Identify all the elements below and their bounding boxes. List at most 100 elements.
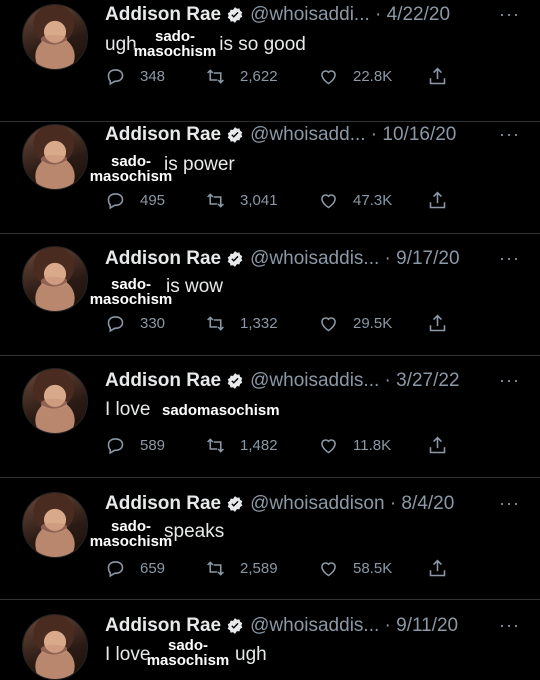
share-button[interactable] — [427, 435, 448, 461]
verified-badge-icon — [227, 373, 243, 389]
avatar[interactable] — [22, 4, 88, 70]
tweet-header: Addison Rae @whoisaddis... · 9/11/20 — [105, 613, 458, 639]
handle-and-date[interactable]: @whoisaddis... · 3/27/22 — [250, 370, 459, 392]
overlay-line: masochism — [89, 168, 173, 185]
share-icon — [429, 436, 446, 454]
reply-icon — [107, 193, 124, 210]
reply-icon — [107, 561, 124, 578]
verified-badge-icon — [227, 7, 243, 23]
overlay-line: sadomasochism — [162, 402, 280, 419]
tweet[interactable]: Addison Rae @whoisadd... · 10/16/20 ··· … — [0, 112, 540, 234]
more-options-icon[interactable]: ··· — [499, 493, 520, 514]
retweet-count: 3,041 — [240, 192, 278, 209]
reply-button[interactable]: 330 — [105, 313, 165, 334]
retweet-count: 2,622 — [240, 68, 278, 85]
like-count: 22.8K — [353, 68, 393, 85]
tweet[interactable]: Addison Rae @whoisaddis... · 3/27/22 ···… — [0, 356, 540, 478]
reply-count: 589 — [140, 437, 166, 454]
retweet-count: 1,332 — [240, 315, 278, 332]
like-count: 11.8K — [353, 437, 392, 454]
avatar[interactable] — [22, 368, 88, 434]
tweet[interactable]: Addison Rae @whoisaddi... · 4/22/20 ··· … — [0, 0, 540, 122]
heart-icon — [321, 439, 336, 454]
tweet-text: I love — [105, 399, 150, 421]
handle-and-date[interactable]: @whoisadd... · 10/16/20 — [250, 124, 456, 146]
overlay-line: masochism — [89, 533, 173, 550]
display-name[interactable]: Addison Rae — [105, 124, 221, 146]
reply-button[interactable]: 348 — [105, 66, 165, 87]
verified-badge-icon — [227, 127, 243, 143]
display-name[interactable]: Addison Rae — [105, 615, 221, 637]
heart-icon — [321, 317, 336, 332]
overlay-caption: sado- masochism — [86, 277, 176, 307]
display-name[interactable]: Addison Rae — [105, 4, 221, 26]
retweet-button[interactable]: 3,041 — [205, 190, 278, 211]
retweet-button[interactable]: 1,482 — [205, 435, 278, 456]
more-options-icon[interactable]: ··· — [499, 4, 520, 25]
more-options-icon[interactable]: ··· — [499, 248, 520, 269]
retweet-button[interactable]: 1,332 — [205, 313, 278, 334]
handle-and-date[interactable]: @whoisaddi... · 4/22/20 — [250, 4, 450, 26]
share-icon — [429, 191, 446, 209]
like-button[interactable]: 58.5K — [318, 558, 392, 579]
reply-count: 495 — [140, 192, 166, 209]
verified-badge-icon — [227, 496, 243, 512]
reply-button[interactable]: 589 — [105, 435, 165, 456]
overlay-line: masochism — [89, 291, 173, 308]
display-name[interactable]: Addison Rae — [105, 493, 221, 515]
reply-count: 659 — [140, 560, 166, 577]
retweet-icon — [207, 193, 224, 208]
reply-button[interactable]: 495 — [105, 190, 165, 211]
action-bar: 495 3,041 47.3K — [105, 190, 455, 212]
retweet-icon — [207, 438, 224, 453]
handle-and-date[interactable]: @whoisaddison · 8/4/20 — [250, 493, 454, 515]
like-button[interactable]: 29.5K — [318, 313, 392, 334]
like-count: 29.5K — [353, 315, 393, 332]
like-button[interactable]: 22.8K — [318, 66, 392, 87]
share-button[interactable] — [427, 558, 448, 584]
display-name[interactable]: Addison Rae — [105, 370, 221, 392]
overlay-caption: sado- masochism — [143, 638, 233, 668]
tweet[interactable]: Addison Rae @whoisaddison · 8/4/20 ··· s… — [0, 478, 540, 600]
overlay-line: sado- — [110, 276, 151, 293]
tweet-text-part: is so good — [219, 34, 306, 55]
reply-button[interactable]: 659 — [105, 558, 165, 579]
overlay-line: sado- — [110, 518, 151, 535]
like-button[interactable]: 11.8K — [318, 435, 391, 456]
heart-icon — [321, 70, 336, 85]
handle-and-date[interactable]: @whoisaddis... · 9/11/20 — [250, 615, 458, 637]
retweet-button[interactable]: 2,589 — [205, 558, 278, 579]
handle-and-date[interactable]: @whoisaddis... · 9/17/20 — [250, 248, 459, 270]
tweet[interactable]: Addison Rae @whoisaddis... · 9/17/20 ···… — [0, 234, 540, 356]
reply-count: 330 — [140, 315, 166, 332]
share-button[interactable] — [427, 66, 448, 92]
more-options-icon[interactable]: ··· — [499, 615, 520, 636]
display-name[interactable]: Addison Rae — [105, 248, 221, 270]
retweet-button[interactable]: 2,622 — [205, 66, 278, 87]
avatar[interactable] — [22, 614, 88, 680]
retweet-count: 1,482 — [240, 437, 278, 454]
tweet-header: Addison Rae @whoisaddis... · 3/27/22 — [105, 368, 460, 394]
overlay-caption: sado- masochism — [130, 29, 220, 59]
more-options-icon[interactable]: ··· — [499, 370, 520, 391]
tweet-text-part: ugh — [235, 644, 267, 665]
reply-icon — [107, 316, 124, 333]
avatar[interactable] — [22, 124, 88, 190]
like-button[interactable]: 47.3K — [318, 190, 392, 211]
tweet[interactable]: Addison Rae @whoisaddis... · 9/11/20 ···… — [0, 600, 540, 680]
avatar[interactable] — [22, 492, 88, 558]
action-bar: 330 1,332 29.5K — [105, 313, 455, 335]
overlay-caption: sado- masochism — [86, 519, 176, 549]
retweet-icon — [207, 561, 224, 576]
like-count: 47.3K — [353, 192, 393, 209]
more-options-icon[interactable]: ··· — [499, 124, 520, 145]
tweet-header: Addison Rae @whoisadd... · 10/16/20 — [105, 122, 456, 148]
share-button[interactable] — [427, 313, 448, 339]
share-button[interactable] — [427, 190, 448, 216]
avatar[interactable] — [22, 246, 88, 312]
overlay-line: sado- — [167, 637, 208, 654]
overlay-line: masochism — [133, 43, 217, 60]
action-bar: 589 1,482 11.8K — [105, 435, 455, 457]
action-bar: 348 2,622 22.8K — [105, 66, 455, 88]
retweet-icon — [207, 316, 224, 331]
